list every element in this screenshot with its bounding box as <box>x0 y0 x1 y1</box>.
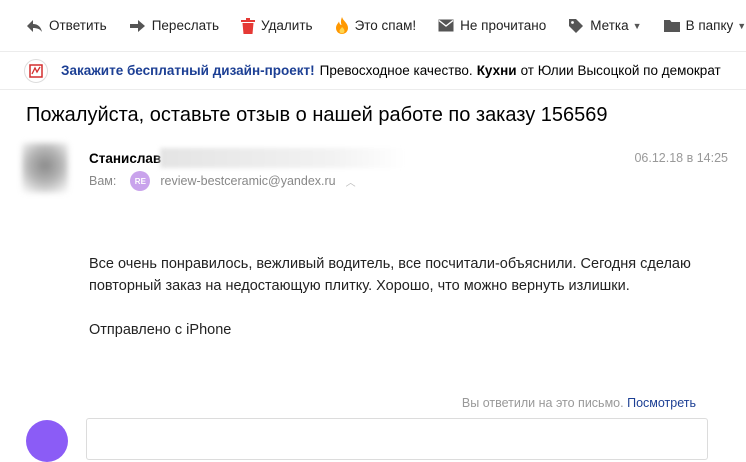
sender-redacted <box>160 148 405 168</box>
forward-icon <box>129 19 145 32</box>
view-reply-link[interactable]: Посмотреть <box>627 396 696 410</box>
delete-label: Удалить <box>261 18 313 33</box>
folder-icon <box>663 20 680 32</box>
message-body: Все очень понравилось, вежливый водитель… <box>89 253 729 341</box>
reply-notice: Вы ответили на это письмо. Посмотреть <box>462 396 696 410</box>
reply-notice-text: Вы ответили на это письмо. <box>461 396 624 410</box>
trash-icon <box>241 17 256 34</box>
ad-text: Превосходное качество. <box>319 63 473 78</box>
spam-label: Это спам! <box>354 18 417 33</box>
forward-label: Переслать <box>151 18 220 33</box>
body-line: повторный заказ на недостающую плитку. Х… <box>89 278 630 294</box>
body-line: Все очень понравилось, вежливый водитель… <box>89 256 691 272</box>
message-date: 06.12.18 в 14:25 <box>634 151 728 165</box>
sender-name[interactable]: Станислав <box>89 151 161 166</box>
recipient-label: Вам: <box>89 174 117 188</box>
tag-icon <box>569 18 584 33</box>
ad-highlight: Кухни <box>476 63 517 78</box>
reply-label: Ответить <box>49 18 107 33</box>
ad-text-tail: от Юлии Высоцкой по демократ <box>520 63 721 78</box>
unread-label: Не прочитано <box>460 18 547 33</box>
mark-unread-button[interactable]: Не прочитано <box>438 18 546 33</box>
envelope-icon <box>438 19 454 32</box>
ad-banner[interactable]: Закажите бесплатный дизайн-проект! Прево… <box>0 52 746 90</box>
caret-down-icon: ▼ <box>632 20 642 31</box>
spam-button[interactable]: Это спам! <box>335 17 417 34</box>
message-toolbar: Ответить Переслать Удалить Это спам! Не … <box>0 0 746 52</box>
user-avatar <box>26 420 68 462</box>
reply-button[interactable]: Ответить <box>26 18 107 33</box>
recipient-email[interactable]: review-bestceramic@yandex.ru <box>160 174 335 188</box>
message-signature: Отправлено с iPhone <box>89 322 232 338</box>
ad-logo-icon <box>24 58 48 83</box>
chevron-up-icon[interactable]: ︿ <box>346 174 356 189</box>
label-dropdown[interactable]: Метка ▼ <box>568 18 642 34</box>
delete-button[interactable]: Удалить <box>241 17 313 34</box>
recipient-avatar: RE <box>130 171 151 191</box>
move-to-folder-dropdown[interactable]: В папку ▼ <box>663 18 746 33</box>
ad-link[interactable]: Закажите бесплатный дизайн-проект! <box>61 63 315 78</box>
quick-reply-box[interactable] <box>86 418 708 460</box>
sender-avatar <box>22 143 68 193</box>
reply-icon <box>27 19 42 32</box>
fire-icon <box>335 17 348 34</box>
forward-button[interactable]: Переслать <box>129 18 219 33</box>
message-subject: Пожалуйста, оставьте отзыв о нашей работ… <box>26 104 608 126</box>
caret-down-icon: ▼ <box>737 20 746 31</box>
folder-label: В папку <box>685 18 734 33</box>
label-label: Метка <box>590 18 629 33</box>
recipient-row: Вам: RE review-bestceramic@yandex.ru ︿ <box>89 171 356 191</box>
